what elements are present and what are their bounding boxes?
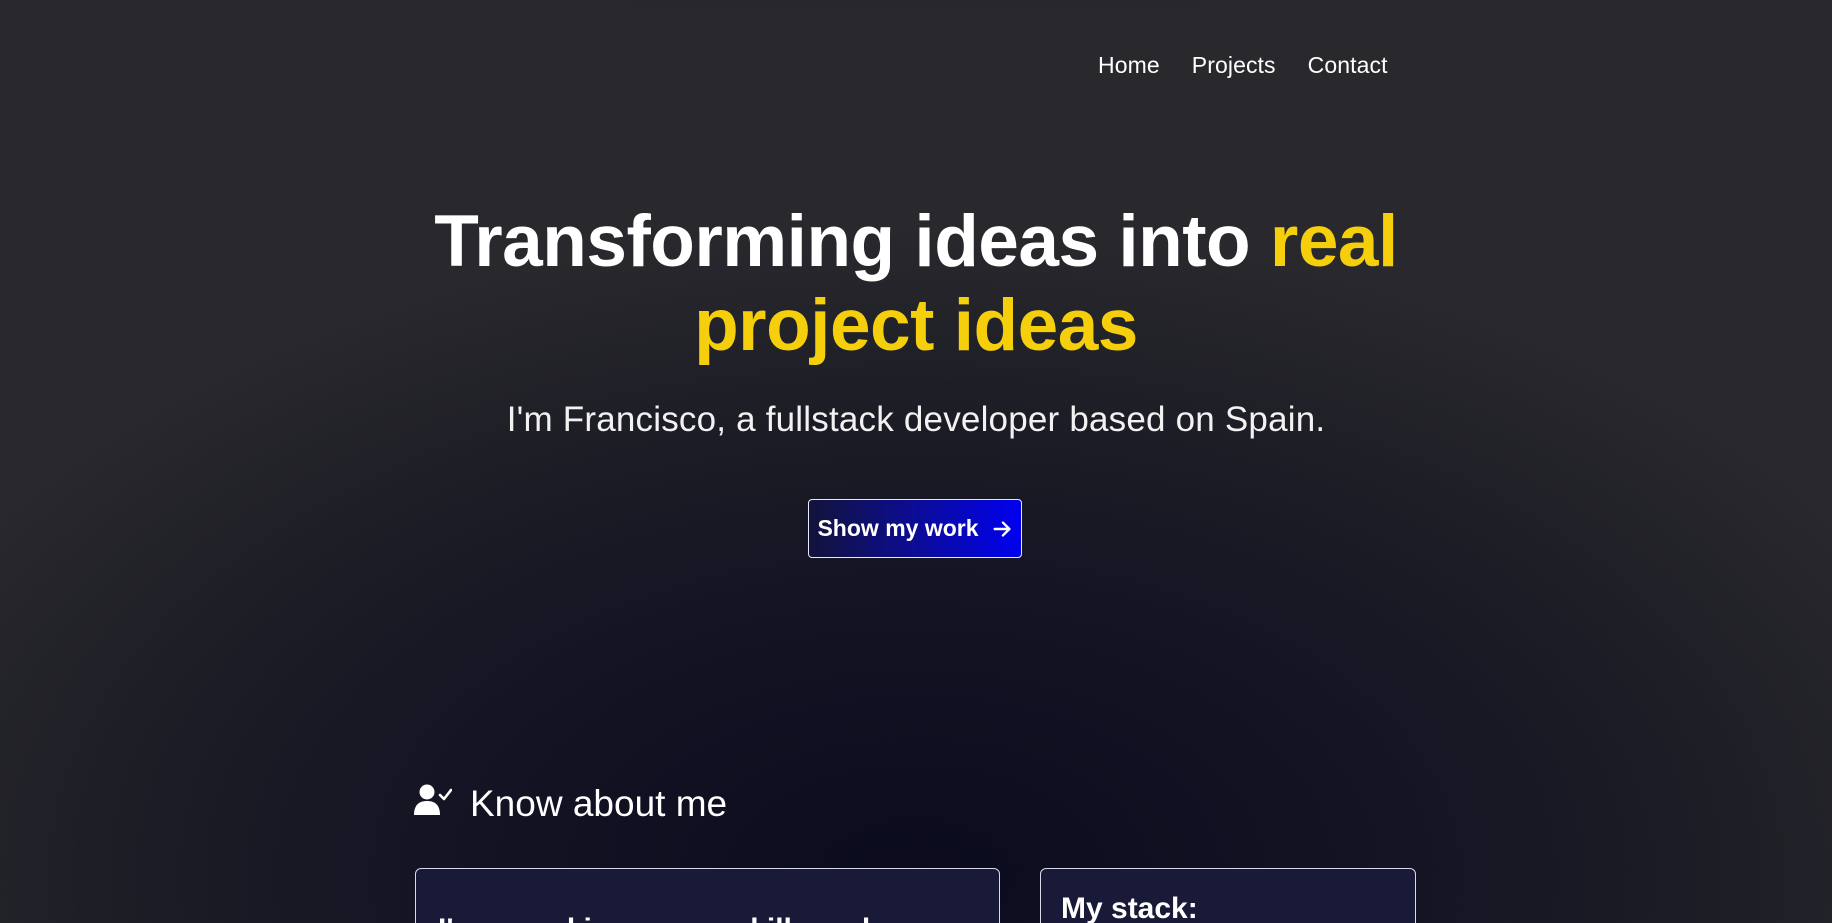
- nav-contact-link[interactable]: Contact: [1308, 52, 1388, 79]
- show-my-work-label: Show my work: [817, 515, 979, 541]
- about-card-text: I'm a working on my skills and: [438, 913, 870, 923]
- arrow-right-icon: [991, 518, 1013, 540]
- main-nav: Home Projects Contact: [1098, 52, 1388, 79]
- about-section-heading: Know about me: [414, 783, 727, 825]
- hero-title-highlight-line2: project ideas: [694, 285, 1138, 366]
- hero-title-highlight: real: [1269, 201, 1398, 282]
- about-card: I'm a working on my skills and: [415, 868, 1000, 923]
- nav-projects-link[interactable]: Projects: [1192, 52, 1276, 79]
- nav-home-link[interactable]: Home: [1098, 52, 1160, 79]
- stack-card: My stack:: [1040, 868, 1416, 923]
- hero-title-text: Transforming ideas into: [434, 201, 1270, 282]
- user-check-icon: [414, 783, 453, 825]
- about-heading-text: Know about me: [470, 783, 728, 824]
- hero-subtitle: I'm Francisco, a fullstack developer bas…: [506, 400, 1326, 439]
- stack-card-title: My stack:: [1061, 892, 1198, 923]
- show-my-work-button[interactable]: Show my work: [808, 499, 1022, 558]
- hero-title: Transforming ideas into real project idea…: [0, 200, 1832, 368]
